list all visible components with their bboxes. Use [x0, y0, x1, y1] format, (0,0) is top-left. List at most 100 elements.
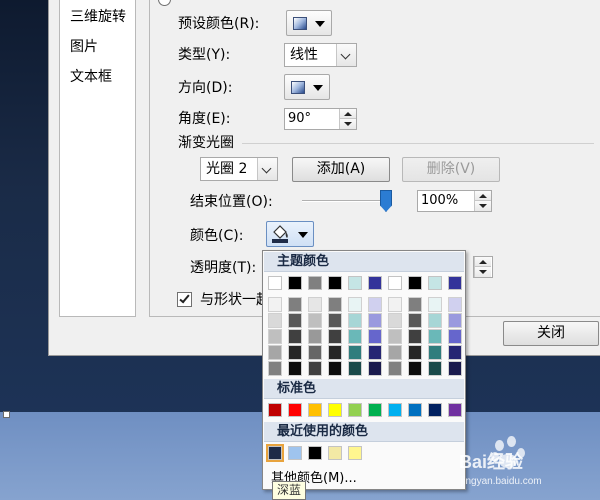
close-button[interactable]: 关闭	[503, 321, 599, 346]
theme-shade-swatch[interactable]	[348, 313, 362, 328]
spin-down-button[interactable]	[475, 267, 491, 277]
gradient-fill-radio[interactable]	[158, 0, 171, 6]
slider-thumb[interactable]	[380, 190, 392, 212]
standard-color-swatch[interactable]	[388, 403, 402, 417]
delete-stop-button[interactable]: 删除(V)	[402, 157, 500, 182]
recent-color-swatch[interactable]	[266, 444, 284, 462]
selection-handle[interactable]	[3, 411, 10, 418]
theme-shade-swatch[interactable]	[408, 329, 422, 344]
theme-color-swatch[interactable]	[388, 276, 402, 290]
direction-button[interactable]	[284, 74, 330, 100]
theme-shade-swatch[interactable]	[428, 361, 442, 376]
standard-color-swatch[interactable]	[308, 403, 322, 417]
standard-color-swatch[interactable]	[348, 403, 362, 417]
preset-colors-button[interactable]	[286, 10, 332, 36]
theme-shade-swatch[interactable]	[328, 361, 342, 376]
theme-shade-swatch[interactable]	[268, 361, 282, 376]
theme-shade-swatch[interactable]	[388, 297, 402, 312]
theme-shade-swatch[interactable]	[428, 297, 442, 312]
theme-shade-swatch[interactable]	[408, 297, 422, 312]
theme-shade-swatch[interactable]	[448, 313, 462, 328]
theme-shade-swatch[interactable]	[288, 361, 302, 376]
theme-shade-swatch[interactable]	[308, 313, 322, 328]
theme-shade-swatch[interactable]	[368, 345, 382, 360]
color-picker-button[interactable]	[266, 221, 314, 247]
theme-shade-swatch[interactable]	[368, 297, 382, 312]
theme-shade-swatch[interactable]	[428, 313, 442, 328]
recent-color-swatch[interactable]	[348, 446, 362, 460]
recent-color-swatch[interactable]	[288, 446, 302, 460]
theme-shade-swatch[interactable]	[308, 361, 322, 376]
spin-up-button[interactable]	[475, 257, 491, 267]
theme-shade-swatch[interactable]	[428, 345, 442, 360]
theme-shade-swatch[interactable]	[308, 329, 322, 344]
theme-shade-swatch[interactable]	[308, 345, 322, 360]
theme-shade-swatch[interactable]	[268, 313, 282, 328]
theme-shade-swatch[interactable]	[328, 313, 342, 328]
theme-color-swatch[interactable]	[348, 276, 362, 290]
theme-shade-swatch[interactable]	[288, 345, 302, 360]
theme-shade-swatch[interactable]	[348, 297, 362, 312]
category-3d-rotation[interactable]: 三维旋转	[70, 8, 126, 26]
theme-shade-swatch[interactable]	[308, 297, 322, 312]
theme-color-swatch[interactable]	[328, 276, 342, 290]
theme-color-swatch[interactable]	[408, 276, 422, 290]
theme-shade-swatch[interactable]	[408, 345, 422, 360]
theme-shade-swatch[interactable]	[388, 361, 402, 376]
theme-shade-swatch[interactable]	[268, 329, 282, 344]
theme-shade-swatch[interactable]	[348, 345, 362, 360]
spin-up-button[interactable]	[340, 109, 356, 119]
standard-color-swatch[interactable]	[448, 403, 462, 417]
add-stop-button[interactable]: 添加(A)	[292, 157, 390, 182]
spin-down-button[interactable]	[340, 119, 356, 129]
spin-down-button[interactable]	[475, 201, 491, 211]
theme-shade-swatch[interactable]	[268, 345, 282, 360]
theme-shade-swatch[interactable]	[448, 297, 462, 312]
theme-shade-swatch[interactable]	[388, 345, 402, 360]
type-select[interactable]: 线性	[284, 43, 357, 67]
theme-color-swatch[interactable]	[288, 276, 302, 290]
theme-shade-swatch[interactable]	[328, 345, 342, 360]
standard-color-swatch[interactable]	[408, 403, 422, 417]
theme-shade-swatch[interactable]	[448, 345, 462, 360]
theme-color-swatch[interactable]	[368, 276, 382, 290]
standard-color-swatch[interactable]	[428, 403, 442, 417]
theme-shade-swatch[interactable]	[368, 329, 382, 344]
theme-shade-swatch[interactable]	[328, 329, 342, 344]
end-position-slider[interactable]	[302, 200, 386, 202]
standard-color-swatch[interactable]	[268, 403, 282, 417]
theme-color-swatch[interactable]	[268, 276, 282, 290]
angle-spinner[interactable]: 90°	[284, 108, 357, 130]
category-picture[interactable]: 图片	[70, 38, 98, 56]
end-position-spinner[interactable]: 100%	[417, 190, 492, 212]
theme-shade-swatch[interactable]	[348, 361, 362, 376]
standard-color-swatch[interactable]	[368, 403, 382, 417]
transparency-spinner[interactable]	[473, 256, 493, 278]
spin-up-button[interactable]	[475, 191, 491, 201]
theme-color-swatch[interactable]	[448, 276, 462, 290]
theme-shade-swatch[interactable]	[268, 297, 282, 312]
theme-shade-swatch[interactable]	[348, 329, 362, 344]
theme-shade-swatch[interactable]	[368, 313, 382, 328]
theme-shade-swatch[interactable]	[368, 361, 382, 376]
theme-shade-swatch[interactable]	[388, 329, 402, 344]
theme-shade-swatch[interactable]	[408, 313, 422, 328]
theme-shade-swatch[interactable]	[288, 329, 302, 344]
theme-shade-swatch[interactable]	[448, 329, 462, 344]
standard-color-swatch[interactable]	[328, 403, 342, 417]
theme-color-swatch[interactable]	[308, 276, 322, 290]
theme-shade-swatch[interactable]	[388, 313, 402, 328]
standard-color-swatch[interactable]	[288, 403, 302, 417]
recent-color-swatch[interactable]	[308, 446, 322, 460]
theme-shade-swatch[interactable]	[448, 361, 462, 376]
theme-shade-swatch[interactable]	[288, 313, 302, 328]
rotate-with-shape-checkbox[interactable]	[177, 292, 192, 307]
theme-shade-swatch[interactable]	[408, 361, 422, 376]
category-textbox[interactable]: 文本框	[70, 68, 112, 86]
theme-shade-swatch[interactable]	[288, 297, 302, 312]
theme-shade-swatch[interactable]	[428, 329, 442, 344]
gradient-stop-select[interactable]: 光圈 2	[200, 157, 278, 181]
recent-color-swatch[interactable]	[328, 446, 342, 460]
theme-shade-swatch[interactable]	[328, 297, 342, 312]
theme-color-swatch[interactable]	[428, 276, 442, 290]
